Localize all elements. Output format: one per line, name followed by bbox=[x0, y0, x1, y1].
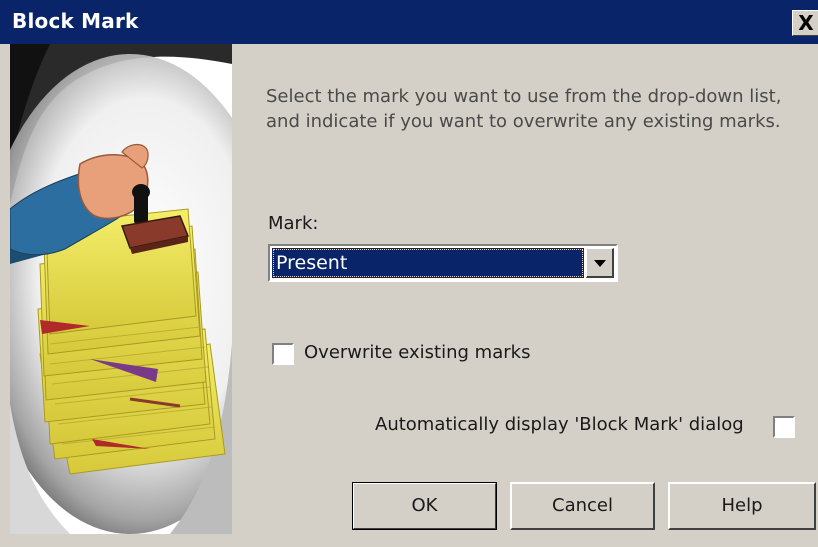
cancel-button[interactable]: Cancel bbox=[510, 482, 655, 530]
chevron-down-icon[interactable] bbox=[586, 248, 614, 278]
auto-display-dialog-checkbox[interactable] bbox=[773, 416, 795, 438]
help-button[interactable]: Help bbox=[668, 482, 816, 530]
title-bar[interactable]: Block Mark X bbox=[0, 0, 818, 44]
close-button[interactable]: X bbox=[792, 10, 818, 36]
hand-stamping-papers-image bbox=[10, 44, 232, 534]
stamp-illustration bbox=[10, 44, 232, 534]
auto-display-dialog-label[interactable]: Automatically display 'Block Mark' dialo… bbox=[375, 414, 744, 435]
instructions-text: Select the mark you want to use from the… bbox=[266, 86, 782, 132]
overwrite-existing-marks-label[interactable]: Overwrite existing marks bbox=[304, 342, 530, 363]
overwrite-existing-marks-checkbox[interactable] bbox=[272, 343, 294, 365]
mark-dropdown[interactable]: Present bbox=[268, 244, 618, 282]
mark-dropdown-value[interactable]: Present bbox=[272, 248, 584, 278]
ok-button[interactable]: OK bbox=[352, 482, 497, 530]
window-title: Block Mark bbox=[12, 9, 139, 33]
mark-label: Mark: bbox=[268, 213, 319, 234]
block-mark-dialog: Block Mark X Select the mark you want to… bbox=[0, 0, 818, 547]
